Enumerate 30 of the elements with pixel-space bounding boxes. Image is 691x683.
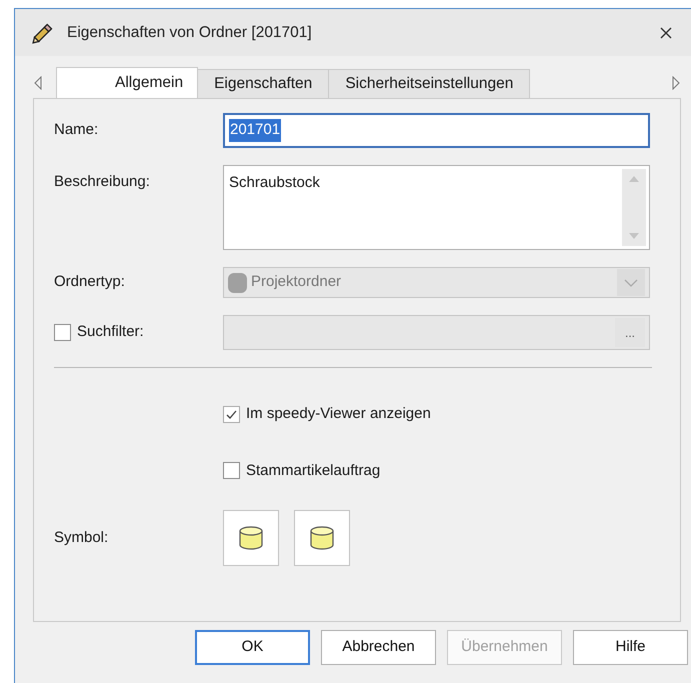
checkbox-label: Im speedy-Viewer anzeigen	[246, 404, 431, 424]
tab[interactable]: Allgemein	[56, 67, 198, 98]
checkbox[interactable]	[223, 462, 240, 480]
field-label: Beschreibung:	[54, 172, 150, 192]
checkbox-label: Stammartikelauftrag	[246, 460, 380, 480]
tab-scroll-right-icon[interactable]	[671, 76, 681, 90]
close-icon	[660, 26, 672, 38]
dialog-button[interactable]: OK	[195, 630, 310, 665]
symbol-button[interactable]	[294, 510, 350, 566]
field-label: Name:	[54, 120, 98, 140]
folder-type-icon	[228, 272, 247, 292]
tab[interactable]: Sicherheitseinstellungen	[328, 69, 530, 98]
field-label: Ordnertyp:	[54, 272, 125, 292]
check-icon	[226, 410, 237, 419]
cylinder-icon	[238, 525, 264, 551]
scrollbar[interactable]	[622, 169, 646, 246]
scroll-up-icon	[628, 175, 640, 182]
name-field[interactable]: 201701	[223, 113, 650, 148]
description-field[interactable]: Schraubstock	[223, 165, 650, 250]
window-title: Eigenschaften von Ordner [201701]	[67, 22, 312, 43]
dialog-button[interactable]: Hilfe	[573, 630, 688, 665]
scroll-down-icon	[628, 233, 640, 240]
tab-scroll-left-icon[interactable]	[33, 76, 43, 90]
symbol-button[interactable]	[223, 510, 279, 566]
field-label: Symbol:	[54, 528, 110, 548]
field-label: Suchfilter:	[77, 322, 144, 342]
tab[interactable]: Eigenschaften	[197, 69, 330, 98]
checkbox[interactable]	[223, 406, 240, 423]
cylinder-icon	[309, 525, 335, 551]
dialog-button[interactable]: Abbrechen	[321, 630, 436, 665]
